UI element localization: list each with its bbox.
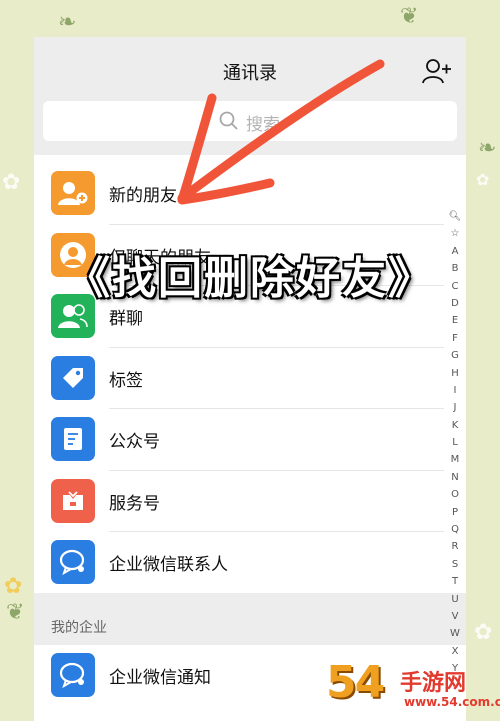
index-letter[interactable]: J xyxy=(454,399,457,416)
search-input[interactable]: 搜索 xyxy=(43,101,457,141)
tag-icon xyxy=(51,355,95,400)
index-letter[interactable]: M xyxy=(451,451,460,468)
list-item-label: 群聊 xyxy=(109,309,143,329)
index-letter[interactable]: F xyxy=(452,330,458,347)
leaf-decoration-icon: ❦ xyxy=(6,600,25,625)
list-item-service-accounts[interactable]: 服务号 xyxy=(34,471,444,532)
index-letter[interactable]: T xyxy=(452,573,458,590)
list-item-label: 企业微信联系人 xyxy=(109,555,228,575)
search-placeholder: 搜索 xyxy=(246,115,280,135)
flower-decoration-icon: ✿ xyxy=(2,170,21,195)
index-letter[interactable]: Q xyxy=(451,521,459,538)
flower-decoration-icon: ✿ xyxy=(476,170,490,189)
watermark-url: www.54.com.cn xyxy=(404,695,500,709)
index-letter[interactable]: L xyxy=(452,434,458,451)
index-letter[interactable]: I xyxy=(454,382,457,399)
index-letter[interactable]: S xyxy=(452,556,458,573)
leaf-decoration-icon: ❦ xyxy=(400,4,419,29)
add-contact-icon[interactable] xyxy=(422,57,452,85)
index-letter[interactable]: P xyxy=(452,504,458,521)
wecom-contact-icon xyxy=(51,540,95,584)
watermark-sitename: 手游网 xyxy=(400,671,467,696)
list-item-label: 企业微信通知 xyxy=(109,668,211,688)
list-item-label: 新的朋友 xyxy=(109,186,177,206)
index-letter[interactable]: H xyxy=(451,365,459,382)
contacts-list: 新的朋友 仅聊天的朋友 群聊 标签 公众号 服务号 企业微信联系人 xyxy=(34,163,444,594)
watermark-logo: 54 xyxy=(326,657,385,708)
section-header-my-enterprise: 我的企业 xyxy=(51,620,107,636)
index-search-icon[interactable]: 🔍︎ xyxy=(449,208,462,225)
list-item-label: 标签 xyxy=(109,370,143,391)
index-letter[interactable]: G xyxy=(451,347,459,364)
add-friend-icon xyxy=(51,171,95,215)
flower-decoration-icon: ✿ xyxy=(474,620,493,645)
index-letter[interactable]: U xyxy=(451,591,458,608)
flower-decoration-icon: ✿ xyxy=(4,574,23,599)
index-letter[interactable]: R xyxy=(452,538,459,555)
overlay-banner-title: 《找回删除好友》 xyxy=(66,253,434,304)
index-letter[interactable]: N xyxy=(451,469,458,486)
official-account-icon xyxy=(51,417,95,461)
index-letter[interactable]: ☆ xyxy=(451,225,460,242)
leaf-decoration-icon: ❧ xyxy=(478,136,497,161)
search-icon xyxy=(219,111,238,130)
list-item-tags[interactable]: 标签 xyxy=(34,348,444,409)
leaf-decoration-icon: ❧ xyxy=(58,10,77,35)
list-item-label: 服务号 xyxy=(109,493,160,514)
index-letter[interactable]: K xyxy=(452,417,459,434)
index-letter[interactable]: O xyxy=(451,486,459,503)
list-item-label: 公众号 xyxy=(109,432,160,452)
list-item-official-accounts[interactable]: 公众号 xyxy=(34,409,444,471)
service-account-icon xyxy=(51,478,95,523)
list-item-wecom-contacts[interactable]: 企业微信联系人 xyxy=(34,532,444,594)
page-title: 通讯录 xyxy=(223,63,277,84)
wecom-notice-icon xyxy=(51,653,95,697)
contacts-screen: 通讯录 搜索 新的朋友 仅聊天的朋友 群聊 标签 公众号 服务号 企业微信联系人… xyxy=(34,37,466,721)
site-watermark: 54 手游网 www.54.com.cn xyxy=(326,657,500,717)
list-item-new-friends[interactable]: 新的朋友 xyxy=(34,163,444,225)
index-letter[interactable]: E xyxy=(452,312,458,329)
index-letter[interactable]: V xyxy=(452,608,459,625)
search-area: 搜索 xyxy=(34,97,466,155)
index-letter[interactable]: W xyxy=(450,625,460,642)
